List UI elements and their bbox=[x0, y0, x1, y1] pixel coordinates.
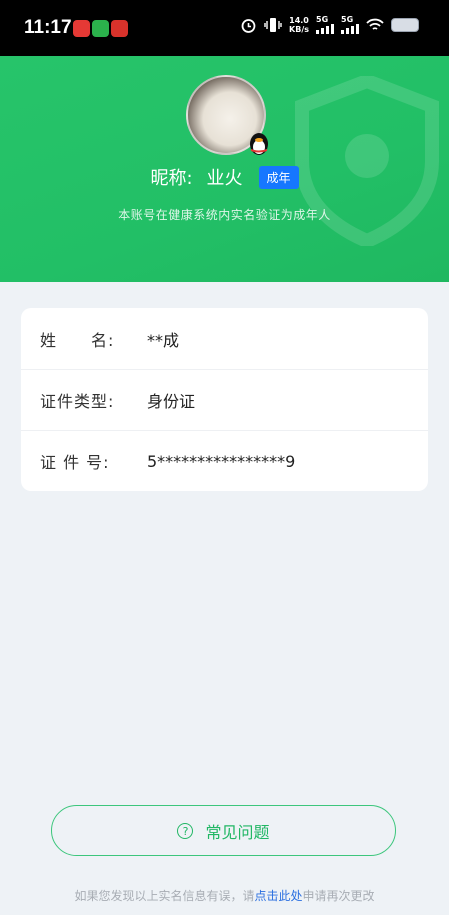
signal-5g-2: 5G bbox=[341, 16, 359, 34]
nickname-label: 昵称: bbox=[150, 168, 193, 189]
info-row-name: 姓 名: **成 bbox=[21, 308, 428, 369]
nickname-value: 业火 bbox=[206, 168, 243, 189]
wifi-icon bbox=[366, 18, 384, 30]
signal-bars-icon bbox=[316, 24, 334, 34]
net-speed: 14.0 KB/s bbox=[289, 16, 309, 34]
adult-badge: 成年 bbox=[258, 165, 299, 189]
footer-note: 如果您发现以上实名信息有误，请点击此处申请再次更改 bbox=[74, 889, 375, 903]
status-time: 11:17 bbox=[24, 17, 72, 38]
vibrate-icon bbox=[264, 18, 282, 32]
signal-5g-1: 5G bbox=[316, 16, 334, 34]
info-value: 身份证 bbox=[147, 392, 196, 411]
battery-icon bbox=[391, 18, 419, 32]
info-row-id-number: 证 件 号: 5****************9 bbox=[21, 430, 428, 491]
info-value: 5****************9 bbox=[147, 451, 296, 471]
question-circle-icon: ? bbox=[177, 822, 194, 839]
info-label: 姓 名: bbox=[40, 330, 115, 350]
app-notification-icon bbox=[73, 20, 90, 37]
faq-label: 常见问题 bbox=[205, 822, 270, 842]
info-label: 证 件 号: bbox=[40, 453, 110, 472]
verify-note: 本账号在健康系统内实名验证为成年人 bbox=[118, 208, 331, 222]
identity-info-card: 姓 名: **成 证件类型: 身份证 证 件 号: 5*************… bbox=[21, 308, 428, 491]
nickname-row: 昵称: 业火 成年 bbox=[0, 164, 449, 190]
info-label: 证件类型: bbox=[40, 392, 115, 411]
info-row-id-type: 证件类型: 身份证 bbox=[21, 369, 428, 430]
wechat-notification-icon bbox=[92, 20, 109, 37]
correction-link[interactable]: 点击此处 bbox=[254, 889, 302, 903]
app2-notification-icon bbox=[111, 20, 128, 37]
signal-bars-icon bbox=[341, 24, 359, 34]
info-value: **成 bbox=[147, 330, 180, 350]
qq-penguin-icon bbox=[250, 133, 268, 155]
alarm-icon bbox=[241, 18, 256, 33]
status-bar: 11:17 14.0 KB/s 5G 5G bbox=[0, 0, 449, 56]
faq-button[interactable]: ? 常见问题 bbox=[51, 805, 396, 856]
